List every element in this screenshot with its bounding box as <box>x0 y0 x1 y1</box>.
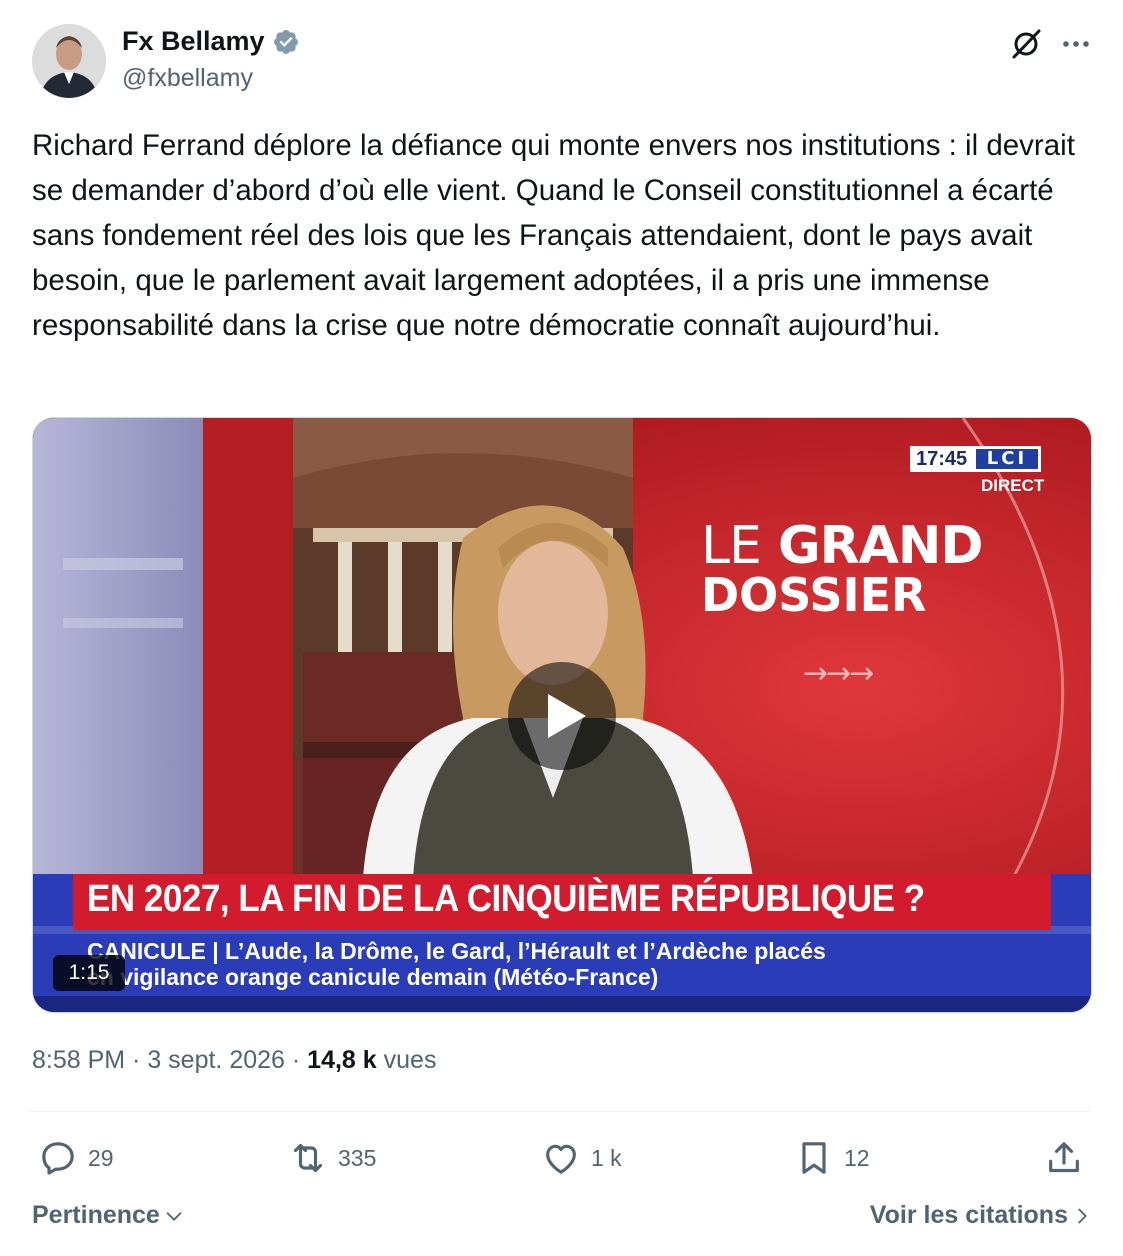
ticker-line-1: CANICULE | L’Aude, la Drôme, le Gard, l’… <box>87 938 826 964</box>
views-count: 14,8 k <box>307 1046 377 1074</box>
ticker-line-2: en vigilance orange canicule demain (Mét… <box>87 964 659 990</box>
like-count: 1 k <box>591 1144 622 1171</box>
tweet-text: Richard Ferrand déplore la défiance qui … <box>32 129 1084 342</box>
arrows-graphic: →→→ <box>803 656 874 691</box>
more-icon[interactable] <box>1058 26 1094 62</box>
meta-separator: · <box>125 1046 148 1074</box>
verified-badge-icon <box>273 29 298 54</box>
bookmark-icon <box>802 1142 826 1174</box>
bookmark-count: 12 <box>844 1144 870 1171</box>
tweet-time[interactable]: 8:58 PM <box>32 1046 125 1074</box>
sort-dropdown[interactable]: Pertinence <box>32 1201 185 1230</box>
show-title-grand: GRAND <box>777 516 984 576</box>
chevron-right-icon <box>1078 1208 1087 1223</box>
video-duration: 1:15 <box>53 955 125 991</box>
clock-badge: 17:45 <box>910 446 974 472</box>
divider <box>30 1111 1092 1112</box>
share-button[interactable] <box>1044 1135 1094 1181</box>
reply-button[interactable]: 29 <box>38 1135 114 1181</box>
display-name[interactable]: Fx Bellamy <box>122 26 265 57</box>
show-title-line1: LE GRAND <box>701 516 984 576</box>
channel-name: LCI <box>976 449 1038 469</box>
video-player[interactable]: 17:45 LCI DIRECT LE GRAND DOSSIER →→→ EN… <box>32 417 1092 1013</box>
reply-count: 29 <box>88 1144 114 1171</box>
repost-icon <box>293 1143 323 1173</box>
tweet-date[interactable]: 3 sept. 2026 <box>147 1046 285 1074</box>
view-quotes-link[interactable]: Voir les citations <box>870 1201 1093 1230</box>
headline-text: EN 2027, LA FIN DE LA CINQUIÈME RÉPUBLIQ… <box>87 878 925 920</box>
bookmark-button[interactable]: 12 <box>794 1135 870 1181</box>
grok-icon[interactable] <box>1008 26 1044 62</box>
channel-logo: LCI <box>973 446 1041 472</box>
play-icon <box>548 694 586 738</box>
chevron-down-icon <box>166 1211 182 1221</box>
show-title-line2: DOSSIER <box>701 568 927 622</box>
handle[interactable]: @fxbellamy <box>122 64 253 93</box>
show-title-le: LE <box>701 516 762 576</box>
heart-icon <box>546 1144 576 1174</box>
repost-button[interactable]: 335 <box>288 1135 376 1181</box>
tweet-header: Fx Bellamy @fxbellamy <box>32 22 1092 102</box>
repost-count: 335 <box>338 1144 377 1171</box>
reply-icon <box>42 1142 74 1175</box>
like-button[interactable]: 1 k <box>541 1135 622 1181</box>
share-icon <box>1049 1142 1079 1173</box>
avatar[interactable] <box>32 24 106 98</box>
ticker-text: CANICULE | L’Aude, la Drôme, le Gard, l’… <box>87 938 1067 990</box>
live-label: DIRECT <box>981 476 1045 495</box>
action-bar: 29 335 1 k 12 <box>0 1135 1123 1185</box>
sort-label: Pertinence <box>32 1201 160 1229</box>
play-button[interactable] <box>508 662 616 770</box>
view-quotes-label: Voir les citations <box>869 1201 1068 1229</box>
tweet-meta: 8:58 PM · 3 sept. 2026 · 14,8 k vues <box>32 1046 436 1075</box>
meta-separator-2: · <box>284 1046 308 1074</box>
views-label: vues <box>383 1046 437 1074</box>
